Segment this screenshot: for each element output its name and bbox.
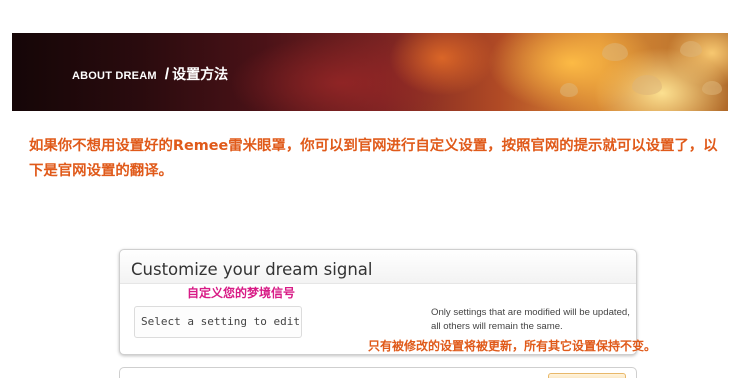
banner-decoration (560, 83, 578, 97)
update-hint-translation: 只有被修改的设置将被更新，所有其它设置保持不变。 (368, 339, 657, 353)
banner-decoration (680, 41, 702, 57)
banner-decoration (632, 75, 662, 95)
breadcrumb-separator: / (164, 66, 170, 83)
update-hint: Only settings that are modified will be … (431, 307, 630, 332)
section-label: ABOUT DREAM (72, 70, 157, 82)
setting-select[interactable]: Select a setting to edit (134, 306, 302, 338)
card-title: Customize your dream signal (131, 260, 373, 279)
intro-paragraph: 如果你不想用设置好的Remee雷米眼罩，你可以到官网进行自定义设置，按照官网的提… (29, 138, 718, 179)
action-button[interactable] (548, 373, 626, 378)
banner-decoration (602, 43, 628, 61)
banner-decoration (702, 81, 722, 95)
card-subtitle-translation: 自定义您的梦境信号 (187, 286, 296, 300)
next-card (119, 367, 637, 378)
page-title: 设置方法 (172, 67, 229, 83)
breadcrumb: ABOUT DREAM / 设置方法 (72, 64, 228, 84)
